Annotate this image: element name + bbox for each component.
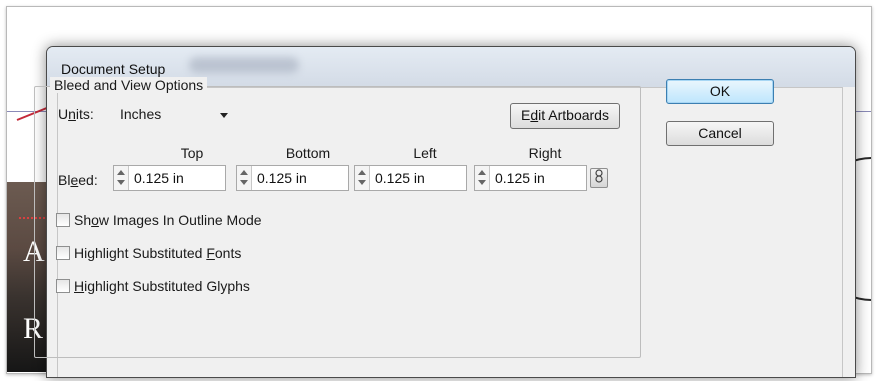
ok-button[interactable]: OK xyxy=(666,79,774,104)
stepper-down-icon[interactable] xyxy=(117,180,125,185)
bleed-left-field[interactable]: 0.125 in xyxy=(354,165,467,191)
units-label-mnemonic: n xyxy=(68,106,76,122)
stepper-up-icon[interactable] xyxy=(478,170,486,175)
cancel-button[interactable]: Cancel xyxy=(666,121,774,146)
edit-artboards-label-part: E xyxy=(521,107,531,123)
units-label: Units: xyxy=(58,106,94,122)
checkbox-box[interactable] xyxy=(56,213,70,227)
bleed-top-stepper[interactable] xyxy=(114,166,129,190)
bleed-column-left: Left xyxy=(413,145,437,161)
units-dropdown[interactable]: Inches xyxy=(112,103,234,125)
edit-artboards-button[interactable]: Edit Artboards xyxy=(510,103,620,129)
checkbox-label: Show Images In Outline Mode xyxy=(74,212,262,228)
bleed-label-part: Bl xyxy=(58,172,71,188)
units-value: Inches xyxy=(120,106,162,122)
bleed-label-part: ed: xyxy=(78,172,98,188)
checkbox-box[interactable] xyxy=(56,279,70,293)
units-label-part: its: xyxy=(75,106,94,122)
stepper-down-icon[interactable] xyxy=(240,180,248,185)
blurred-title-text xyxy=(189,57,299,73)
checkbox-label-part: Highlight Substituted xyxy=(74,245,207,261)
bleed-left-stepper[interactable] xyxy=(355,166,370,190)
bleed-right-value[interactable]: 0.125 in xyxy=(495,170,545,186)
bleed-column-right: Right xyxy=(528,145,562,161)
group-legend: Bleed and View Options xyxy=(50,77,208,93)
checkbox-label-part: ighlight Substituted Glyphs xyxy=(84,278,250,294)
checkbox-box[interactable] xyxy=(56,246,70,260)
edit-artboards-label-part: it Artboards xyxy=(538,107,609,123)
stepper-up-icon[interactable] xyxy=(117,170,125,175)
chain-link-icon xyxy=(595,169,603,183)
bleed-column-bottom: Bottom xyxy=(285,145,331,161)
checkbox-label: Highlight Substituted Glyphs xyxy=(74,278,250,294)
edit-artboards-mnemonic: d xyxy=(530,107,539,123)
checkbox-label: Highlight Substituted Fonts xyxy=(74,245,241,261)
bleed-top-value[interactable]: 0.125 in xyxy=(134,170,184,186)
bleed-column-top: Top xyxy=(180,145,204,161)
bleed-bottom-stepper[interactable] xyxy=(237,166,252,190)
bleed-label: Bleed: xyxy=(58,172,98,188)
bleed-left-value[interactable]: 0.125 in xyxy=(375,170,425,186)
bleed-bottom-field[interactable]: 0.125 in xyxy=(236,165,349,191)
checkbox-mnemonic: H xyxy=(74,278,85,294)
dialog-title: Document Setup xyxy=(61,61,166,77)
bleed-top-field[interactable]: 0.125 in xyxy=(113,165,226,191)
checkbox-label-part: onts xyxy=(214,245,242,261)
bleed-right-field[interactable]: 0.125 in xyxy=(474,165,587,191)
stepper-down-icon[interactable] xyxy=(358,180,366,185)
bleed-right-stepper[interactable] xyxy=(475,166,490,190)
units-label-part: U xyxy=(58,106,69,122)
checkbox-label-part: w Images In Outline Mode xyxy=(98,212,262,228)
bleed-bottom-value[interactable]: 0.125 in xyxy=(257,170,307,186)
stepper-down-icon[interactable] xyxy=(478,180,486,185)
link-bleed-settings-button[interactable] xyxy=(590,168,608,188)
checkbox-label-part: Sh xyxy=(74,212,92,228)
chevron-down-icon xyxy=(220,113,228,118)
stepper-up-icon[interactable] xyxy=(358,170,366,175)
checkbox-mnemonic: o xyxy=(91,212,99,228)
checkbox-mnemonic: F xyxy=(206,245,215,261)
stepper-up-icon[interactable] xyxy=(240,170,248,175)
